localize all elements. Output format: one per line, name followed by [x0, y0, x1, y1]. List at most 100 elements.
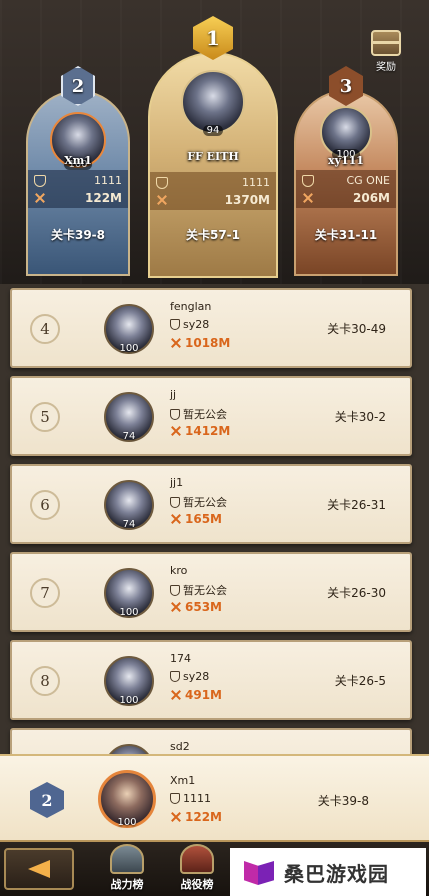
- reward-label: 奖励: [376, 62, 396, 73]
- guild-name: sy28: [183, 670, 210, 683]
- ranking-list[interactable]: 4 100 fenglan sy28 1018M 关卡30-49 5 74 jj…: [0, 284, 429, 754]
- watermark-text: 桑巴游戏园: [284, 861, 389, 886]
- rank-badge: 7: [30, 578, 60, 608]
- rank-badge: 5: [30, 402, 60, 432]
- podium-rank-3[interactable]: 3 100 xy111 CG ONE 206M 关卡31-11: [294, 66, 398, 276]
- ranking-row[interactable]: 8 100 174 sy28 491M 关卡26-5: [10, 640, 412, 720]
- guild-name: sy28: [183, 318, 210, 331]
- my-ranking-row[interactable]: 2 100 Xm1 1111 122M 关卡39-8: [0, 754, 429, 842]
- crossed-swords-icon: [170, 689, 182, 701]
- treasure-chest-icon: [371, 30, 401, 56]
- avatar-level: 74: [122, 519, 136, 530]
- rank-badge: 8: [30, 666, 60, 696]
- podium-rank-number: 3: [339, 75, 353, 97]
- guild-icon: [156, 176, 168, 189]
- stage-label: 关卡26-5: [334, 674, 386, 688]
- guild-icon: [170, 671, 180, 682]
- guild-name: 1111: [183, 792, 211, 805]
- power-value: 1370M: [224, 192, 270, 207]
- player-name: fenglan: [170, 300, 212, 313]
- my-rank-badge: 2: [30, 782, 64, 818]
- stage-label: 关卡26-31: [327, 498, 386, 512]
- ranking-row[interactable]: sd2: [10, 728, 412, 754]
- player-stats: CG ONE 206M: [296, 170, 396, 208]
- power-value: 1412M: [185, 424, 231, 438]
- guild-icon: [170, 496, 180, 508]
- podium-rank-number: 2: [71, 75, 85, 97]
- player-name: jj1: [170, 476, 184, 489]
- avatar[interactable]: 94: [181, 70, 245, 136]
- crossed-swords-icon: [156, 194, 168, 206]
- stage-label: 关卡57-1: [185, 228, 241, 242]
- avatar-level: 94: [202, 125, 224, 136]
- player-name: 174: [170, 652, 191, 665]
- avatar[interactable]: 100: [98, 770, 156, 828]
- guild-name: 1111: [94, 174, 122, 187]
- avatar-level: 100: [117, 817, 137, 828]
- stage-label: 关卡31-11: [314, 228, 378, 242]
- avatar[interactable]: 74: [104, 480, 154, 530]
- podium-rank-1[interactable]: 1 94 FF EITH 1111 1370M 关卡57-1: [148, 16, 278, 278]
- crossed-swords-icon: [170, 601, 182, 613]
- ranking-row[interactable]: 4 100 fenglan sy28 1018M 关卡30-49: [10, 288, 412, 368]
- crossed-swords-icon: [170, 811, 182, 823]
- guild-icon: [170, 408, 180, 420]
- stage-label: 关卡39-8: [50, 228, 106, 242]
- avatar[interactable]: 74: [104, 392, 154, 442]
- power-value: 206M: [353, 190, 390, 205]
- player-name: kro: [170, 564, 188, 577]
- back-arrow-icon: [28, 860, 50, 878]
- player-stats: 1111 1370M: [150, 172, 276, 210]
- ranking-row[interactable]: 6 74 jj1 暂无公会 165M 关卡26-31: [10, 464, 412, 544]
- watermark: 桑巴游戏园: [230, 848, 426, 896]
- player-name: Xm1: [170, 774, 196, 787]
- rank-badge: 6: [30, 490, 60, 520]
- ranking-row[interactable]: 5 74 jj 暂无公会 1412M 关卡30-2: [10, 376, 412, 456]
- crossed-swords-shield-icon: [180, 844, 214, 874]
- guild-name: 暂无公会: [183, 408, 227, 421]
- avatar-level: 100: [119, 607, 139, 618]
- player-stats: 1111 122M: [28, 170, 128, 208]
- player-name: jj: [170, 388, 177, 401]
- avatar[interactable]: 100: [104, 568, 154, 618]
- power-value: 165M: [185, 512, 222, 526]
- avatar[interactable]: 100: [104, 304, 154, 354]
- stage-label: 关卡26-30: [327, 586, 386, 600]
- guild-name: CG ONE: [346, 174, 390, 187]
- player-name: FF EITH: [187, 150, 239, 163]
- tab-campaign-ranking[interactable]: 战役榜: [164, 842, 230, 896]
- player-name: sd2: [170, 740, 190, 753]
- guild-icon: [170, 793, 180, 804]
- reward-button[interactable]: 奖励: [364, 30, 408, 78]
- tab-label: 战力榜: [110, 878, 144, 891]
- podium-rank-2[interactable]: 2 100 Xm1 1111 122M 关卡39-8: [26, 66, 130, 276]
- stage-label: 关卡30-49: [327, 322, 386, 336]
- back-button[interactable]: [4, 848, 74, 890]
- power-value: 653M: [185, 600, 222, 614]
- avatar[interactable]: 100: [320, 106, 372, 160]
- guild-name: 暂无公会: [183, 584, 227, 597]
- player-name: Xm1: [64, 154, 92, 167]
- tab-power-ranking[interactable]: 战力榜: [94, 842, 160, 896]
- guild-icon: [170, 319, 180, 330]
- crossed-swords-icon: [170, 513, 182, 525]
- rank-1-medal-icon: 1: [193, 16, 233, 60]
- watermark-logo-icon: [242, 855, 276, 889]
- crossed-swords-icon: [34, 192, 46, 204]
- stage-label: 关卡39-8: [317, 794, 369, 808]
- guild-icon: [302, 174, 314, 187]
- ranking-row[interactable]: 7 100 kro 暂无公会 653M 关卡26-30: [10, 552, 412, 632]
- avatar[interactable]: 100: [104, 656, 154, 706]
- player-name: xy111: [328, 154, 364, 167]
- tab-label: 战役榜: [180, 878, 214, 891]
- rank-badge: 4: [30, 314, 60, 344]
- rank-3-medal-icon: 3: [329, 66, 363, 106]
- avatar-level: 100: [119, 343, 139, 354]
- guild-name: 暂无公会: [183, 496, 227, 509]
- avatar[interactable]: [104, 744, 154, 754]
- power-value: 1018M: [185, 336, 231, 350]
- guild-name: 1111: [242, 176, 270, 189]
- avatar-level: 74: [122, 431, 136, 442]
- crossed-swords-icon: [170, 337, 182, 349]
- guild-icon: [34, 174, 46, 187]
